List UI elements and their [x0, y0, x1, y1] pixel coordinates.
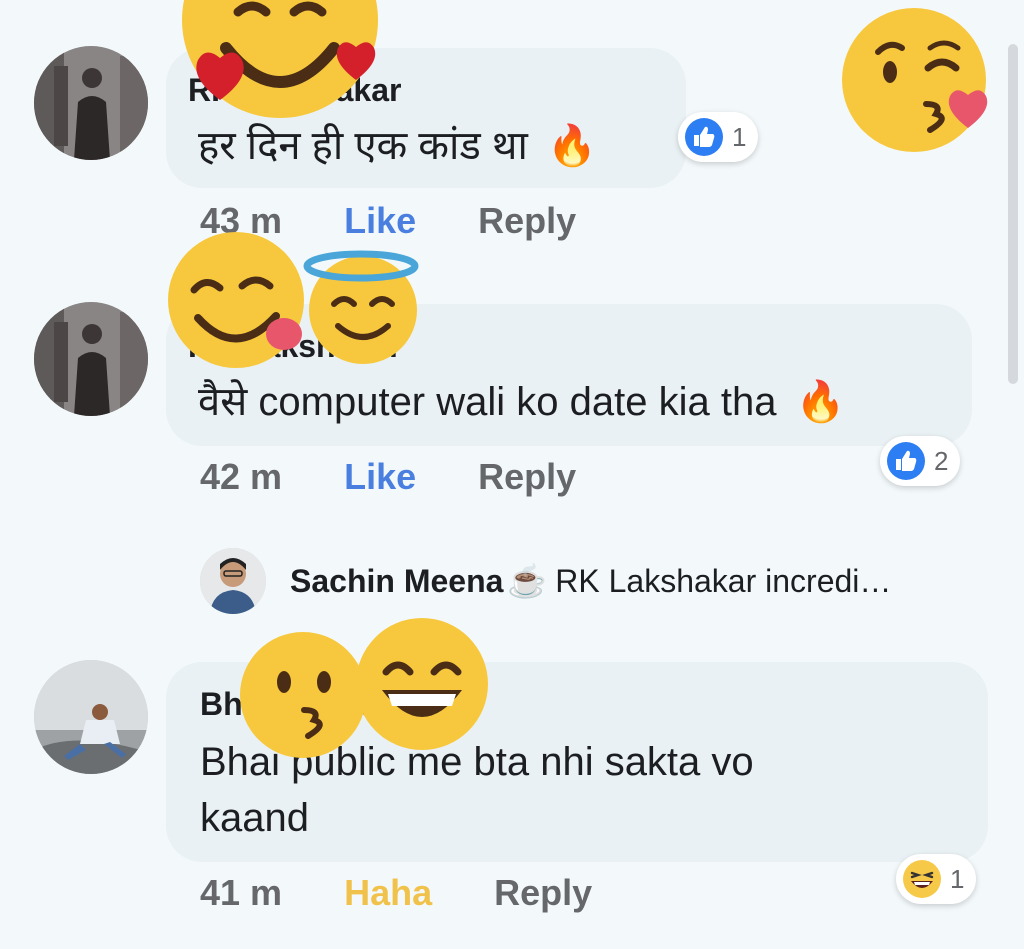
like-button[interactable]: Like [344, 200, 416, 241]
comment-time: 42 m [200, 456, 283, 497]
avatar[interactable] [34, 660, 148, 774]
reply-button[interactable]: Reply [478, 456, 576, 497]
like-button[interactable]: Like [344, 456, 416, 497]
savoring-food-emoji-sticker [168, 232, 308, 368]
comment-text: वैसे computer wali ko date kia tha 🔥 [198, 374, 845, 430]
kissing-emoji-sticker [240, 632, 366, 758]
avatar[interactable] [34, 302, 148, 416]
reply-preview[interactable]: Sachin Meena ☕ RK Lakshakar incredi… [290, 562, 891, 600]
haha-button[interactable]: Haha [344, 872, 432, 913]
fire-emoji: 🔥 [795, 380, 846, 424]
like-icon [685, 118, 723, 156]
reply-button[interactable]: Reply [494, 872, 592, 913]
reaction-count: 1 [732, 121, 747, 152]
scrollbar[interactable] [1008, 44, 1018, 384]
comment-meta: 42 m Like Reply [200, 456, 576, 498]
reaction-summary[interactable]: 1 [678, 112, 759, 162]
grinning-emoji-sticker [356, 618, 488, 750]
comment-text-body: हर दिन ही एक कांड था [198, 124, 528, 168]
kissing-heart-emoji-sticker [842, 8, 992, 153]
comment-meta: 41 m Haha Reply [200, 872, 592, 914]
coffee-emoji: ☕ [507, 563, 548, 599]
halo-emoji-sticker [303, 244, 422, 364]
reaction-count: 1 [950, 863, 965, 894]
fire-emoji: 🔥 [546, 124, 597, 168]
reply-button[interactable]: Reply [478, 200, 576, 241]
reply-text: RK Lakshakar incredi… [555, 563, 892, 599]
comment-time: 41 m [200, 872, 283, 913]
smiling-hearts-emoji-sticker [180, 0, 380, 120]
like-icon [887, 442, 925, 480]
reply-author: Sachin Meena [290, 563, 504, 599]
comment-text-line2: kaand [200, 796, 309, 840]
reaction-count: 2 [934, 445, 949, 476]
reaction-summary[interactable]: 2 [880, 436, 961, 486]
comment-text-body: वैसे computer wali ko date kia tha [198, 380, 777, 424]
haha-icon [903, 860, 941, 898]
reply-avatar[interactable] [200, 548, 266, 614]
avatar[interactable] [34, 46, 148, 160]
comment-text: हर दिन ही एक कांड था 🔥 [198, 118, 597, 174]
reaction-summary[interactable]: 1 [896, 854, 977, 904]
